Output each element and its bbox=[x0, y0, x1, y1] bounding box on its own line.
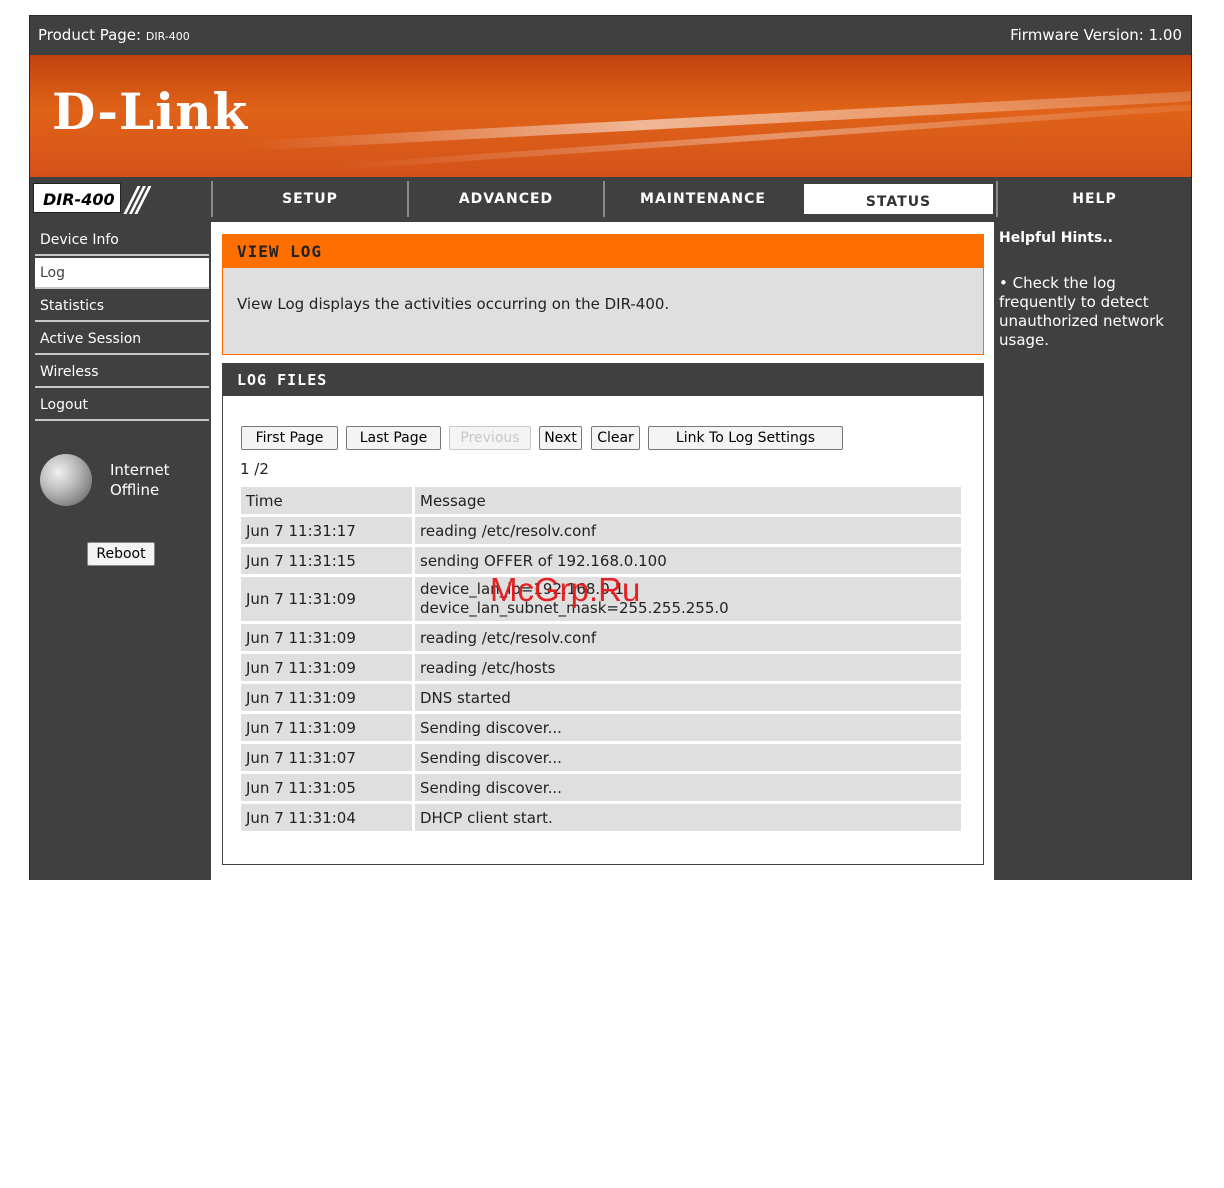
first-page-button[interactable]: First Page bbox=[241, 426, 338, 450]
column-header-time: Time bbox=[241, 487, 412, 514]
tab-setup[interactable]: SETUP bbox=[211, 181, 407, 217]
sidebar: Device Info Log Statistics Active Sessio… bbox=[30, 222, 211, 880]
log-time: Jun 7 11:31:09 bbox=[241, 714, 412, 741]
reboot-button[interactable]: Reboot bbox=[87, 542, 155, 566]
globe-icon bbox=[40, 454, 92, 506]
internet-status-text: Internet Offline bbox=[110, 460, 170, 500]
table-header-row: Time Message bbox=[241, 487, 961, 514]
help-title: Helpful Hints.. bbox=[999, 230, 1113, 246]
page-indicator: 1 /2 bbox=[240, 460, 269, 478]
previous-button[interactable]: Previous bbox=[449, 426, 531, 450]
log-time: Jun 7 11:31:09 bbox=[241, 577, 412, 621]
sidebar-item-active-session[interactable]: Active Session bbox=[35, 324, 209, 355]
sidebar-item-wireless[interactable]: Wireless bbox=[35, 357, 209, 388]
product-label: Product Page: bbox=[38, 26, 146, 44]
model-badge-text: DIR-400 bbox=[43, 190, 115, 209]
table-row: Jun 7 11:31:04 DHCP client start. bbox=[241, 804, 961, 831]
last-page-button[interactable]: Last Page bbox=[346, 426, 441, 450]
tab-help[interactable]: HELP bbox=[996, 181, 1191, 217]
table-row: Jun 7 11:31:09 reading /etc/resolv.conf bbox=[241, 624, 961, 651]
tab-advanced[interactable]: ADVANCED bbox=[407, 181, 603, 217]
main-tabs: DIR-400 /// SETUP ADVANCED MAINTENANCE S… bbox=[30, 180, 1191, 220]
log-message: Sending discover... bbox=[415, 774, 961, 801]
log-message: DNS started bbox=[415, 684, 961, 711]
column-header-message: Message bbox=[415, 487, 961, 514]
banner: D-Link bbox=[30, 55, 1191, 177]
watermark: McGrp.Ru bbox=[490, 571, 641, 608]
view-log-title: VIEW LOG bbox=[223, 235, 983, 268]
next-button[interactable]: Next bbox=[539, 426, 582, 450]
log-time: Jun 7 11:31:09 bbox=[241, 654, 412, 681]
top-bar: Product Page: DIR-400 Firmware Version: … bbox=[30, 16, 1191, 54]
product-model: DIR-400 bbox=[145, 30, 190, 43]
tab-status[interactable]: STATUS bbox=[801, 181, 996, 217]
log-message: Sending discover... bbox=[415, 744, 961, 771]
router-admin-frame: Product Page: DIR-400 Firmware Version: … bbox=[29, 15, 1192, 880]
log-files-panel: LOG FILES First Page Last Page Previous … bbox=[222, 363, 984, 865]
table-row: Jun 7 11:31:09 Sending discover... bbox=[241, 714, 961, 741]
firmware-version: Firmware Version: 1.00 bbox=[1010, 26, 1182, 44]
table-row: Jun 7 11:31:15 sending OFFER of 192.168.… bbox=[241, 547, 961, 574]
log-message: sending OFFER of 192.168.0.100 bbox=[415, 547, 961, 574]
internet-status: Internet Offline bbox=[40, 454, 200, 514]
log-time: Jun 7 11:31:09 bbox=[241, 684, 412, 711]
log-time: Jun 7 11:31:05 bbox=[241, 774, 412, 801]
main-content: VIEW LOG View Log displays the activitie… bbox=[211, 222, 994, 880]
log-time: Jun 7 11:31:17 bbox=[241, 517, 412, 544]
sidebar-item-device-info[interactable]: Device Info bbox=[35, 225, 209, 256]
dlink-logo: D-Link bbox=[52, 82, 249, 141]
model-badge: DIR-400 bbox=[33, 183, 121, 213]
clear-button[interactable]: Clear bbox=[591, 426, 640, 450]
view-log-panel: VIEW LOG View Log displays the activitie… bbox=[222, 234, 984, 355]
log-table: Time Message Jun 7 11:31:17 reading /etc… bbox=[238, 484, 964, 834]
help-panel: Helpful Hints.. • Check the log frequent… bbox=[994, 222, 1191, 880]
log-message: DHCP client start. bbox=[415, 804, 961, 831]
log-time: Jun 7 11:31:09 bbox=[241, 624, 412, 651]
log-message: reading /etc/resolv.conf bbox=[415, 517, 961, 544]
log-settings-button[interactable]: Link To Log Settings bbox=[648, 426, 843, 450]
offline-label: Offline bbox=[110, 481, 160, 499]
log-time: Jun 7 11:31:07 bbox=[241, 744, 412, 771]
product-page-label: Product Page: DIR-400 bbox=[38, 26, 190, 44]
log-time: Jun 7 11:31:15 bbox=[241, 547, 412, 574]
log-message: Sending discover... bbox=[415, 714, 961, 741]
log-time: Jun 7 11:31:04 bbox=[241, 804, 412, 831]
tab-maintenance[interactable]: MAINTENANCE bbox=[603, 181, 801, 217]
table-row: Jun 7 11:31:07 Sending discover... bbox=[241, 744, 961, 771]
internet-label: Internet bbox=[110, 461, 170, 479]
table-row: Jun 7 11:31:09 DNS started bbox=[241, 684, 961, 711]
table-row: Jun 7 11:31:17 reading /etc/resolv.conf bbox=[241, 517, 961, 544]
sidebar-item-statistics[interactable]: Statistics bbox=[35, 291, 209, 322]
log-files-title: LOG FILES bbox=[223, 364, 983, 396]
sidebar-item-logout[interactable]: Logout bbox=[35, 390, 209, 421]
log-message: reading /etc/hosts bbox=[415, 654, 961, 681]
table-row: Jun 7 11:31:05 Sending discover... bbox=[241, 774, 961, 801]
help-tip: • Check the log frequently to detect una… bbox=[999, 274, 1164, 349]
slash-decoration: /// bbox=[126, 180, 149, 220]
log-message: reading /etc/resolv.conf bbox=[415, 624, 961, 651]
table-row: Jun 7 11:31:09 reading /etc/hosts bbox=[241, 654, 961, 681]
sidebar-item-log[interactable]: Log bbox=[35, 258, 209, 289]
view-log-description: View Log displays the activities occurri… bbox=[237, 295, 670, 313]
